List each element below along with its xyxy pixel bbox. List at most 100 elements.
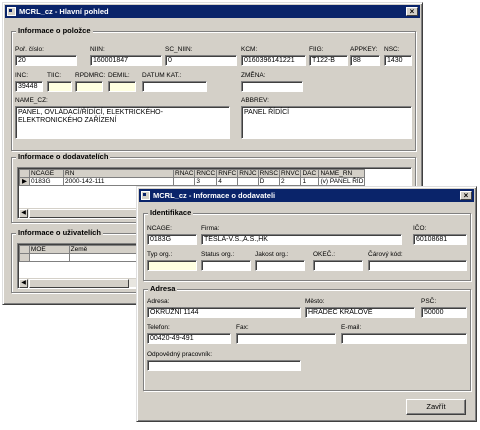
email-label: E-mail: [341,324,362,331]
psc-field[interactable]: 50000 [421,307,467,318]
carovy-kod-field[interactable] [368,260,467,271]
abbrev-label: ABBREV: [241,97,269,104]
mesto-label: Město: [305,298,325,305]
supplier-col-rn[interactable]: RN [63,169,174,178]
okec-field[interactable] [313,260,363,271]
telefon-field[interactable]: 00420-49-491 [147,333,231,344]
pracovnik-field[interactable] [147,360,301,371]
supplier-col-selector [19,169,30,178]
status-org-field[interactable] [201,260,251,271]
fiig-label: FIIG: [309,46,324,53]
nsc-field[interactable]: 1430 [384,55,412,66]
cell-rnfc[interactable]: 4 [216,177,239,186]
zmena-field[interactable] [241,81,303,92]
sc-niin-label: SC_NIIN: [165,46,193,53]
table-row[interactable]: ▶ 0183G 2000-142-111 3 4 D 2 1 (v) PANEL… [19,177,366,186]
close-icon[interactable]: × [406,7,418,16]
ico-field[interactable]: 60108681 [413,234,467,245]
user-col-selector [19,245,30,254]
row-pointer-icon: ▶ [19,177,30,186]
user-col-zeme[interactable]: Země [68,245,141,254]
pracovnik-label: Odpovědný pracovník: [147,351,213,358]
adresa-field[interactable]: OKRUŽNÍ 1144 [147,307,301,318]
address-title: Adresa [148,284,178,294]
demil-label: DEMIL: [108,72,130,79]
ncage-field[interactable]: 0183G [147,234,197,245]
user-info-title: Informace o uživatelích [16,228,103,238]
cell-rncc[interactable]: 3 [194,177,218,186]
scroll-left-icon[interactable]: ◀ [19,209,28,218]
okec-label: OKEČ.: [313,251,336,258]
typ-org-field[interactable] [147,260,197,271]
supplier-col-rnsc[interactable]: RNSC [257,169,281,178]
dialog-title: MCRL_cz - Informace o dodavateli [153,191,276,200]
scroll-thumb[interactable] [29,209,139,218]
user-grid-header: MOE Země [19,245,141,254]
name-cz-field[interactable]: PANEL, OVLÁDACÍ/ŘÍDÍCÍ, ELEKTRICKÉHO-ELE… [15,106,230,139]
tiic-label: TIIC: [47,72,62,79]
por-cislo-field[interactable]: 20 [15,55,77,66]
mesto-field[interactable]: HRADEC KRÁLOVÉ [305,307,415,318]
supplier-col-rnvc[interactable]: RNVC [279,169,302,178]
firma-label: Firma: [201,225,220,232]
app-window-icon [141,191,150,200]
nsc-label: NSC: [384,46,400,53]
por-cislo-label: Poř. číslo: [15,46,44,53]
sc-niin-field[interactable]: 0 [165,55,237,66]
rpdmrc-field[interactable] [75,81,103,92]
typ-org-label: Typ org.: [147,251,173,258]
supplier-col-dac[interactable]: DAC [300,169,320,178]
supplier-col-ncage[interactable]: NCAGE [29,169,64,178]
cell-ncage[interactable]: 0183G [29,177,64,186]
dialog-titlebar[interactable]: MCRL_cz - Informace o dodavateli × [139,189,474,202]
jakost-org-label: Jakost org.: [255,251,289,258]
address-group: Adresa Adresa: OKRUŽNÍ 1144 Město: HRADE… [143,284,471,391]
scroll-left-icon[interactable]: ◀ [19,279,28,288]
carovy-kod-label: Čárový kód: [368,251,403,258]
appkey-field[interactable]: 88 [350,55,380,66]
supplier-col-rncc[interactable]: RNCC [194,169,218,178]
demil-field[interactable] [108,81,136,92]
email-field[interactable] [341,333,467,344]
cell-rnac[interactable] [172,177,196,186]
item-info-title: Informace o položce [16,26,93,36]
app-window-icon [7,7,16,16]
cell-rnsc[interactable]: D [257,177,281,186]
supplier-col-rnfc[interactable]: RNFC [216,169,239,178]
inc-field[interactable]: 39448 [15,81,43,92]
cell-rnjc[interactable] [237,177,259,186]
fax-label: Fax: [236,324,249,331]
table-row[interactable] [19,253,141,262]
cell-rn[interactable]: 2000-142-111 [63,177,174,186]
ncage-label: NCAGE: [147,225,172,232]
scroll-thumb[interactable] [29,279,129,288]
telefon-label: Telefon: [147,324,170,331]
close-icon[interactable]: × [460,191,472,200]
supplier-col-rnjc[interactable]: RNJC [237,169,259,178]
niin-field[interactable]: 160001847 [90,55,162,66]
tiic-field[interactable] [47,81,72,92]
user-hscroll[interactable]: ◀ [19,278,140,288]
close-button[interactable]: Zavřít [406,399,466,415]
zmena-label: ZMĚNA: [241,72,266,79]
user-col-moe[interactable]: MOE [28,245,70,254]
supplier-col-rnac[interactable]: RNAC [172,169,196,178]
inc-label: INC: [15,72,28,79]
user-grid[interactable]: MOE Země ◀ [17,243,142,289]
abbrev-field[interactable]: PANEL ŘÍDÍCÍ [241,106,412,139]
supplier-col-name-rn[interactable]: NAME_RN [318,169,366,178]
niin-label: NIIN: [90,46,105,53]
firma-field[interactable]: TESLA-V.S.,A.S.,HK [201,234,402,245]
item-info-group: Informace o položce Poř. číslo: 20 NIIN:… [11,26,416,151]
main-titlebar[interactable]: MCRL_cz - Hlavní pohled × [5,5,420,18]
kcm-field[interactable]: 0160396141221 [241,55,306,66]
cell-name-rn[interactable]: (v) PANEL ŘÍD [318,177,366,186]
fax-field[interactable] [236,333,336,344]
cell-dac[interactable]: 1 [300,177,320,186]
cell-rnvc[interactable]: 2 [279,177,302,186]
datum-kat-label: DATUM KAT.: [142,72,182,79]
fiig-field[interactable]: T122-B [309,55,348,66]
jakost-org-field[interactable] [255,260,305,271]
kcm-label: KCM: [241,46,258,53]
datum-kat-field[interactable] [142,81,207,92]
